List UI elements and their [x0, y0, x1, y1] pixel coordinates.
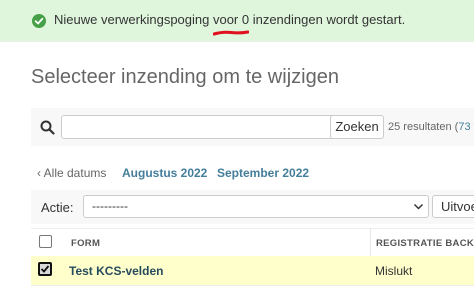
run-action-button[interactable]: Uitvoe	[432, 195, 474, 218]
result-count-text: 25 resultaten (	[388, 121, 459, 133]
column-header-registration-backend[interactable]: REGISTRATIE BACKE	[376, 238, 474, 249]
table-row: Test KCS-velden Mislukt	[31, 256, 474, 286]
search-input[interactable]	[61, 115, 340, 139]
date-september-2022-link[interactable]: September 2022	[217, 166, 309, 180]
row-form-link[interactable]: Test KCS-velden	[69, 264, 163, 278]
table-header: FORM REGISTRATIE BACKE	[31, 228, 474, 257]
chevron-down-icon	[413, 203, 424, 210]
result-count: 25 resultaten (73 to	[388, 121, 474, 133]
date-augustus-2022-link[interactable]: Augustus 2022	[122, 166, 207, 180]
row-status: Mislukt	[375, 264, 413, 278]
column-header-form[interactable]: FORM	[71, 238, 100, 249]
search-button[interactable]: Zoeken	[330, 115, 384, 139]
checkmark-icon	[40, 265, 50, 273]
red-annotation-underline	[213, 30, 249, 36]
success-check-icon	[32, 14, 46, 28]
action-select[interactable]: ---------	[83, 195, 429, 218]
page-title: Selecteer inzending om te wijzigen	[31, 66, 339, 88]
actions-bar: Actie: --------- Uitvoe	[31, 190, 474, 224]
success-message: Nieuwe verwerkingspoging voor 0 inzendin…	[0, 0, 474, 42]
row-select-checkbox[interactable]	[38, 262, 52, 276]
message-text: Nieuwe verwerkingspoging voor 0 inzendin…	[54, 12, 406, 27]
admin-changelist-page: Nieuwe verwerkingspoging voor 0 inzendin…	[0, 0, 474, 294]
actions-label: Actie:	[41, 200, 74, 215]
search-toolbar: Zoeken 25 resultaten (73 to	[31, 108, 474, 146]
select-all-checkbox[interactable]	[39, 235, 52, 248]
all-dates-link[interactable]: ‹ Alle datums	[37, 166, 106, 180]
action-select-value: ---------	[92, 199, 128, 213]
search-icon	[40, 120, 55, 135]
show-all-results-link[interactable]: 73 to	[458, 121, 474, 133]
